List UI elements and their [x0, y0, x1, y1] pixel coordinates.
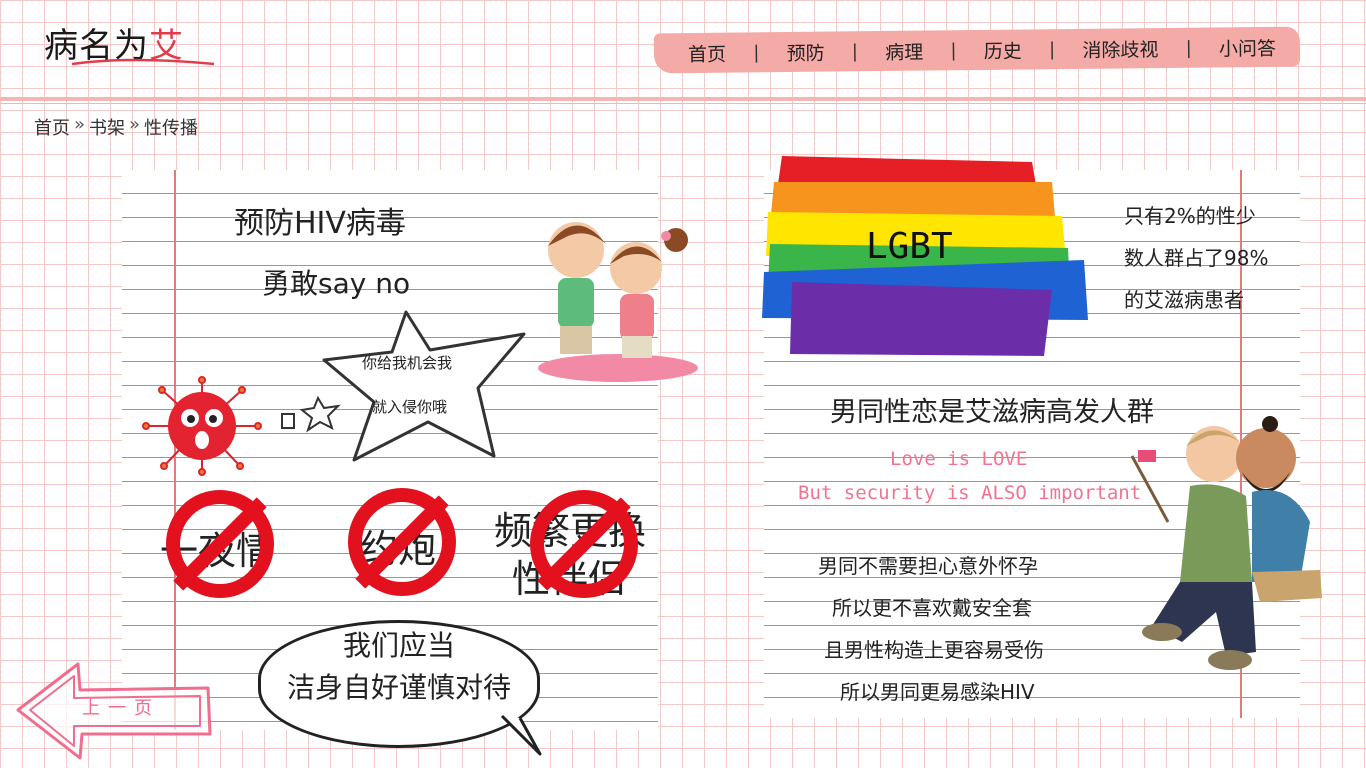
star-speech-bubble [322, 310, 526, 462]
advice-line-1: 我们应当 [342, 629, 455, 662]
bubble-line-1: 你给我机会我 [362, 354, 453, 372]
left-page-subtitle: 勇敢say no [262, 267, 411, 300]
stat-line-2: 数人群占了98% [1124, 246, 1269, 270]
ban-icon [530, 490, 638, 598]
nav-home[interactable]: 首页 [688, 39, 726, 66]
love-is-love-line: Love is LOVE [890, 448, 1028, 470]
breadcrumb-bookshelf[interactable]: 书架 [89, 114, 125, 140]
nav-separator: | [851, 40, 859, 62]
breadcrumb-current: 性传播 [144, 118, 199, 139]
security-line: But security is ALSO important [798, 482, 1142, 504]
nav-prevention[interactable]: 预防 [786, 38, 825, 65]
stat-line-1: 只有2%的性少 [1124, 204, 1256, 228]
breadcrumb-home[interactable]: 首页 [34, 114, 70, 140]
reason-line-4: 所以男同更易感染HIV [840, 680, 1035, 704]
ban-icon [348, 488, 456, 596]
ban-icon [166, 490, 274, 598]
nav-pathology[interactable]: 病理 [885, 37, 923, 64]
logo-underline-icon [71, 58, 215, 66]
stat-line-3: 的艾滋病患者 [1124, 288, 1244, 312]
nav-separator: | [1048, 38, 1056, 60]
nav-anti-discrimination[interactable]: 消除歧视 [1082, 35, 1158, 63]
cartoon-couple-illustration [538, 222, 698, 382]
reason-line-2: 所以更不喜欢戴安全套 [832, 596, 1032, 620]
nav-separator: | [753, 41, 760, 63]
back-button-label[interactable]: 上一页 [82, 694, 160, 720]
speech-tail-icon [500, 714, 542, 756]
breadcrumb-separator: » [74, 114, 86, 135]
reason-line-1: 男同不需要担心意外怀孕 [818, 554, 1038, 578]
virus-icon [142, 376, 262, 476]
left-page-title: 预防HIV病毒 [234, 206, 406, 241]
male-couple-illustration [1130, 416, 1322, 670]
rainbow-flag-icon [1138, 450, 1156, 462]
site-header: 病名为艾 首页 | 预防 | 病理 | 历史 | 消除歧视 | 小问答 [0, 0, 1366, 104]
advice-line-2: 洁身自好谨慎对待 [286, 671, 511, 704]
header-divider-thin [0, 103, 1366, 104]
lgbt-label: LGBT [866, 226, 953, 267]
nav-history[interactable]: 历史 [984, 36, 1022, 63]
main-nav: 首页 | 预防 | 病理 | 历史 | 消除歧视 | 小问答 [653, 26, 1301, 74]
breadcrumb: 首页 » 书架 » 性传播 [34, 114, 198, 140]
reason-line-3: 且男性构造上更容易受伤 [824, 638, 1044, 662]
header-divider [0, 97, 1366, 101]
bubble-line-2: 就入侵你哦 [372, 398, 448, 416]
right-page-headline: 男同性恋是艾滋病高发人群 [830, 397, 1154, 428]
nav-separator: | [1185, 37, 1192, 59]
nav-quiz[interactable]: 小问答 [1219, 33, 1276, 61]
breadcrumb-separator: » [129, 114, 141, 135]
small-star-icon [281, 395, 341, 433]
nav-separator: | [950, 39, 957, 61]
